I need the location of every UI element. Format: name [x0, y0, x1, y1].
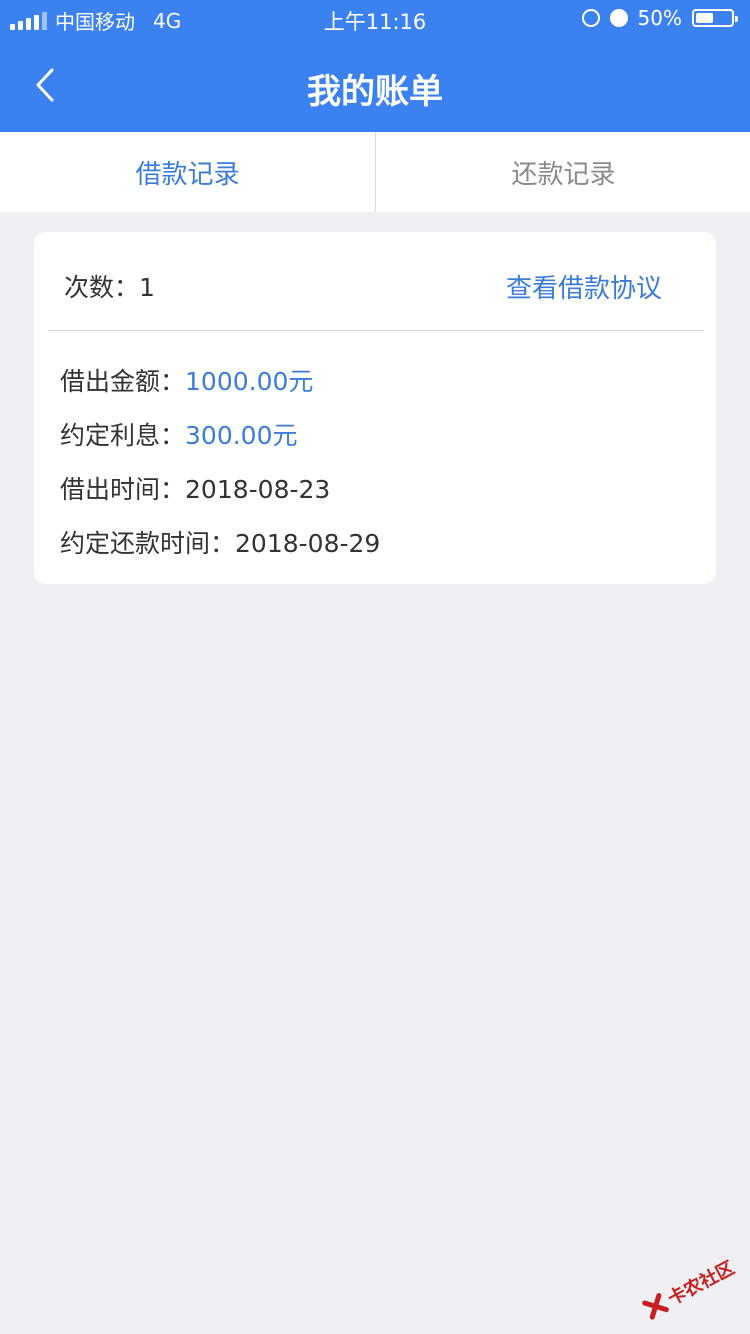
- nav-bar: 我的账单: [0, 38, 750, 132]
- watermark-logo: 卡农社区: [635, 1243, 746, 1332]
- amount-value: 1000.00元: [185, 367, 314, 396]
- tab-bar: 借款记录 还款记录: [0, 132, 750, 212]
- loan-time-value: 2018-08-23: [185, 475, 331, 504]
- interest-row: 约定利息：300.00元: [60, 416, 298, 452]
- card-header: 次数：1 查看借款协议: [34, 232, 716, 330]
- alarm-icon: [609, 9, 628, 27]
- battery-icon: [692, 9, 738, 27]
- repay-time-label: 约定还款时间：: [60, 529, 236, 558]
- view-agreement-link[interactable]: 查看借款协议: [506, 268, 662, 305]
- header: 中国移动 4G 上午11:16 50% 我的账单: [0, 0, 750, 132]
- loan-time-row: 借出时间：2018-08-23: [60, 470, 330, 506]
- amount-row: 借出金额：1000.00元: [60, 362, 313, 398]
- divider: [48, 330, 704, 331]
- count-label: 次数：: [64, 273, 140, 302]
- orientation-lock-icon: [581, 9, 600, 27]
- loan-record-card: 次数：1 查看借款协议 借出金额：1000.00元 约定利息：300.00元 借…: [34, 232, 716, 584]
- interest-label: 约定利息：: [60, 421, 186, 450]
- count: 次数：1: [64, 268, 155, 304]
- tab-repayment-records[interactable]: 还款记录: [376, 132, 750, 212]
- repay-time-value: 2018-08-29: [235, 529, 381, 558]
- status-right: 50%: [581, 6, 738, 30]
- repay-time-row: 约定还款时间：2018-08-29: [60, 524, 380, 560]
- watermark-text: 卡农社区: [664, 1257, 739, 1310]
- logo-icon: [642, 1292, 669, 1320]
- interest-value: 300.00元: [185, 421, 298, 450]
- status-bar: 中国移动 4G 上午11:16 50%: [0, 0, 750, 38]
- battery-percent: 50%: [637, 6, 682, 30]
- amount-label: 借出金额：: [60, 367, 186, 396]
- tab-loan-records[interactable]: 借款记录: [0, 132, 375, 212]
- count-value: 1: [139, 273, 155, 302]
- loan-time-label: 借出时间：: [60, 475, 186, 504]
- page-title: 我的账单: [307, 72, 443, 112]
